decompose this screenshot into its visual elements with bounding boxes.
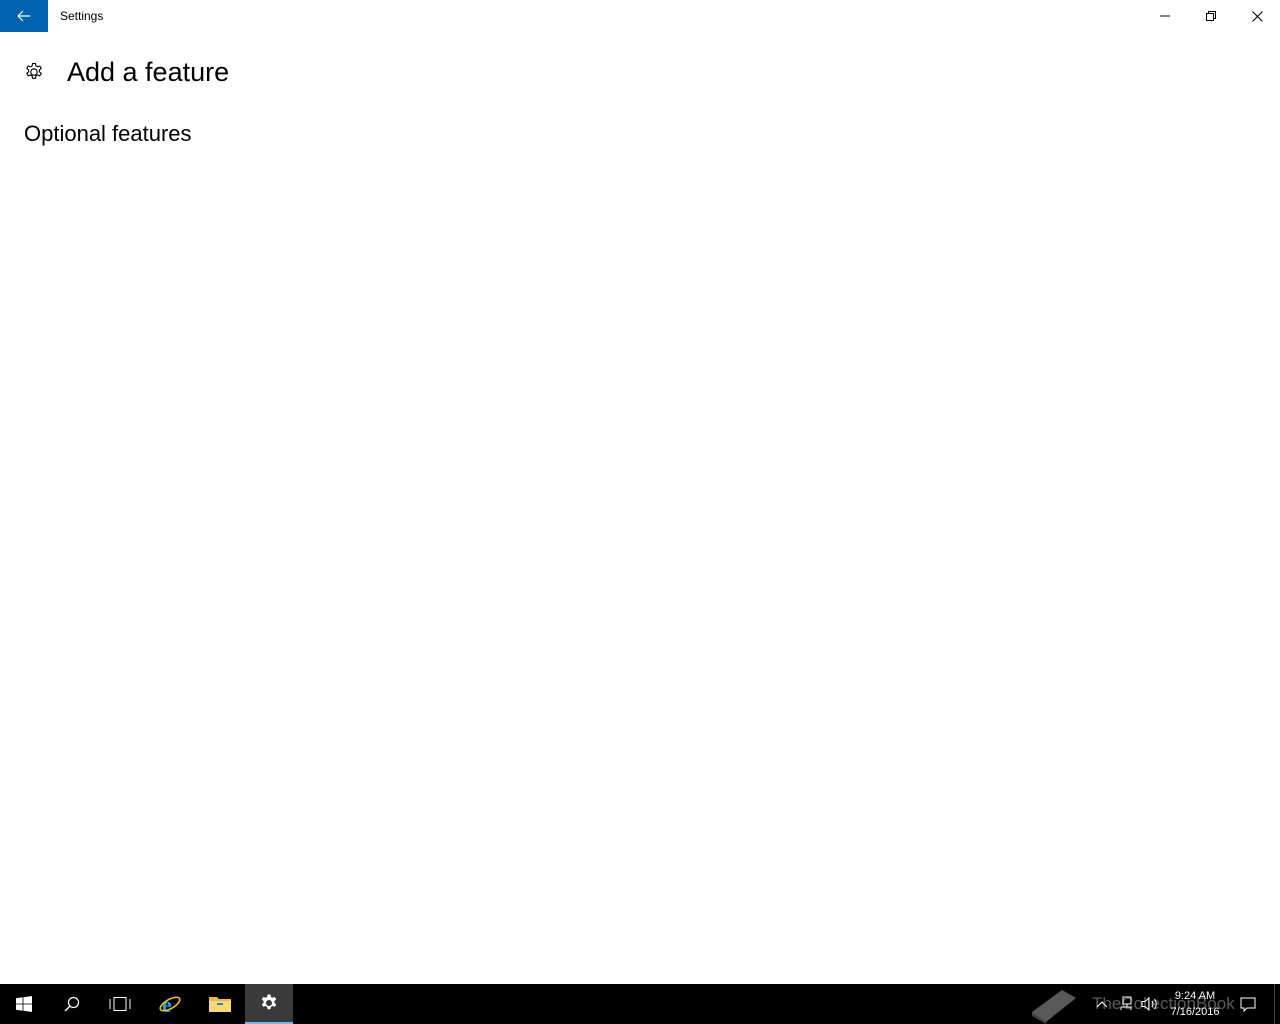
restore-button[interactable] [1188, 0, 1234, 32]
close-icon [1251, 10, 1263, 22]
internet-explorer-icon: e [159, 992, 181, 1016]
chevron-up-icon [1096, 1001, 1108, 1008]
clock-date: 7/16/2016 [1170, 1006, 1220, 1018]
show-desktop-button[interactable] [1274, 984, 1275, 1024]
page-header: Add a feature [24, 56, 229, 88]
gear-icon [24, 62, 44, 82]
settings-window: Settings Add a feature Optional features [0, 0, 1280, 984]
windows-start-icon [16, 996, 32, 1012]
settings-gear-icon [261, 994, 277, 1010]
file-explorer-icon [209, 997, 231, 1012]
file-explorer-button[interactable] [196, 984, 244, 1024]
show-hidden-icons-button[interactable] [1090, 984, 1114, 1024]
minimize-button[interactable] [1142, 0, 1188, 32]
section-title: Optional features [24, 121, 192, 146]
volume-icon [1141, 996, 1157, 1012]
network-button[interactable] [1114, 984, 1138, 1024]
close-button[interactable] [1234, 0, 1280, 32]
start-button[interactable] [0, 984, 48, 1024]
clock-time: 9:24 AM [1174, 990, 1216, 1002]
search-icon [64, 996, 80, 1012]
window-title: Settings [60, 9, 104, 23]
task-view-button[interactable] [96, 984, 144, 1024]
volume-button[interactable] [1138, 984, 1162, 1024]
minimize-icon [1160, 15, 1170, 17]
back-button[interactable] [0, 0, 48, 32]
settings-taskbar-button[interactable] [245, 984, 293, 1024]
network-icon [1120, 996, 1132, 1010]
taskbar: e 9:24 AM 7/16/2016 [0, 984, 1280, 1024]
page-title: Add a feature [67, 57, 230, 87]
arrow-left-icon [17, 10, 30, 22]
restore-icon [1206, 11, 1216, 21]
clock[interactable]: 9:24 AM 7/16/2016 [1160, 988, 1230, 1020]
action-center-button[interactable] [1234, 984, 1262, 1024]
task-view-icon [109, 997, 131, 1011]
internet-explorer-button[interactable]: e [146, 984, 194, 1024]
title-bar: Settings [0, 0, 1280, 32]
action-center-icon [1240, 997, 1256, 1012]
search-button[interactable] [48, 984, 96, 1024]
